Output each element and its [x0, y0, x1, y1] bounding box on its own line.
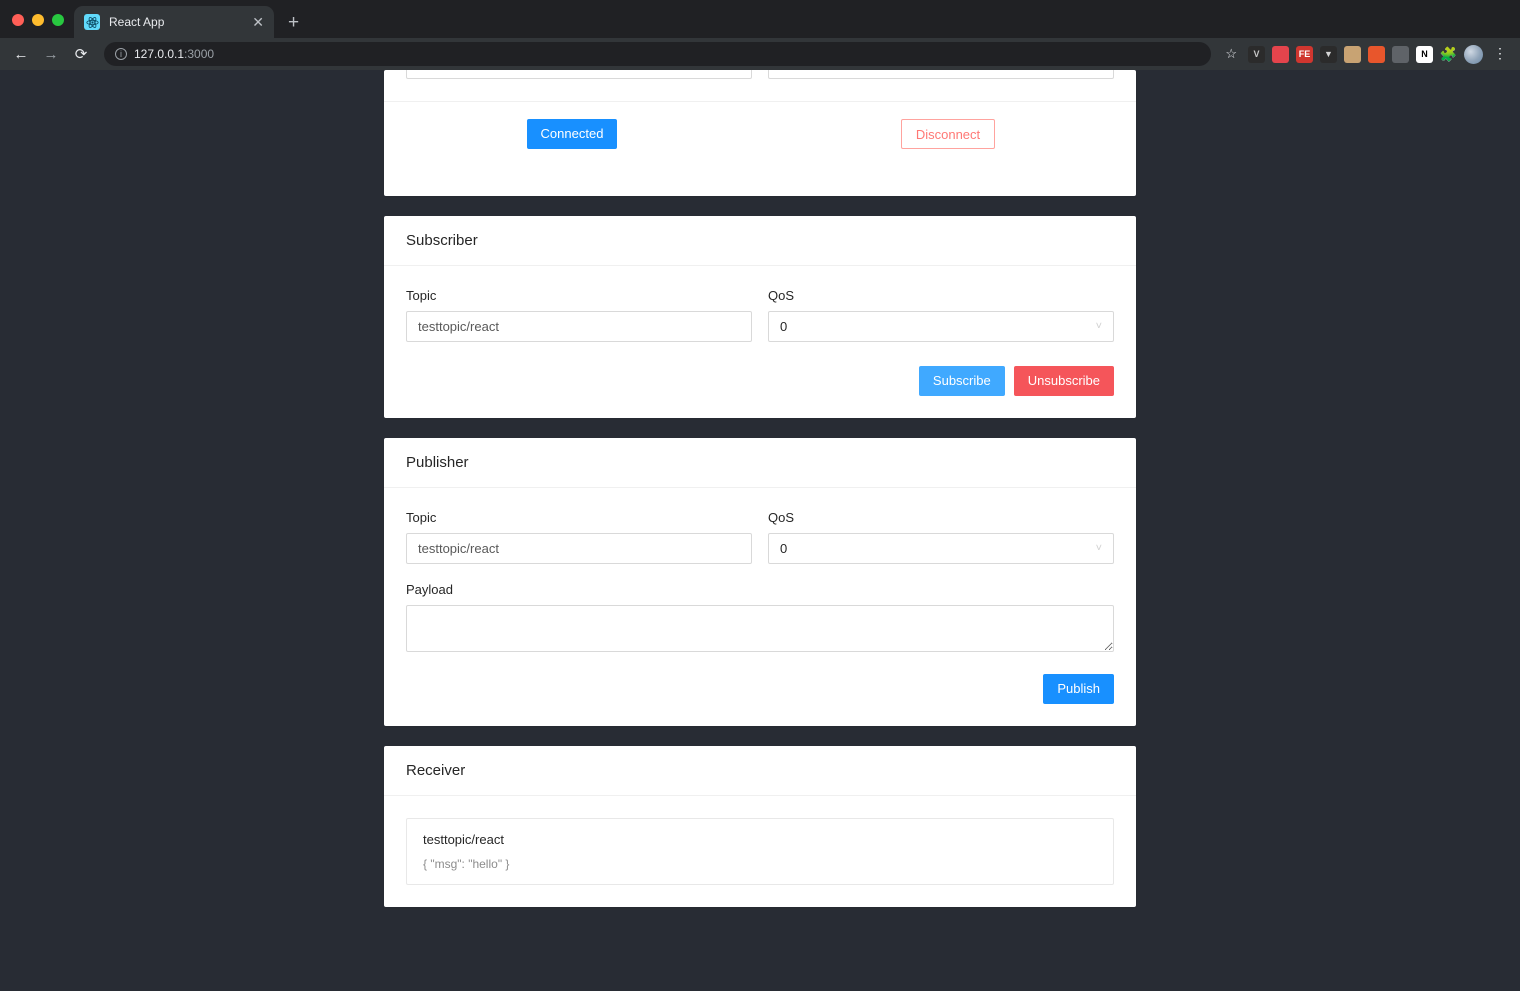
close-window-button[interactable]: [12, 14, 24, 26]
subscriber-topic-input[interactable]: [406, 311, 752, 342]
url-text: 127.0.0.1:3000: [134, 47, 214, 61]
publisher-card: Publisher Topic QoS 0 ˅: [384, 438, 1136, 726]
page-viewport: Connected Disconnect Subscriber Topic te…: [0, 70, 1520, 991]
publisher-payload-label: Payload: [406, 582, 453, 597]
subscriber-card: Subscriber Topic QoS 0 ˅: [384, 216, 1136, 418]
receiver-card-body: testtopic/react { "msg": "hello" }: [384, 796, 1136, 907]
publish-button[interactable]: Publish: [1043, 674, 1114, 704]
receiver-card-title: Receiver: [384, 746, 1136, 796]
window-controls: [8, 14, 74, 38]
subscriber-card-title: Subscriber: [384, 216, 1136, 266]
subscriber-fields-row: Topic QoS 0 ˅: [406, 288, 1114, 342]
publisher-qos-col: QoS 0 ˅: [768, 510, 1114, 564]
publisher-qos-label: QoS: [768, 510, 795, 525]
unsubscribe-button[interactable]: Unsubscribe: [1013, 366, 1114, 396]
publisher-card-title: Publisher: [384, 438, 1136, 488]
publisher-payload-textarea[interactable]: [406, 605, 1114, 652]
chevron-down-icon: ˅: [1095, 320, 1102, 332]
received-message-topic: testtopic/react: [423, 832, 504, 847]
subscriber-card-body: Topic QoS 0 ˅ Subscribe: [384, 266, 1136, 418]
connected-button-wrap: Connected: [384, 118, 760, 149]
close-icon[interactable]: ✕: [252, 15, 264, 29]
subscriber-actions: Subscribe Unsubscribe: [406, 366, 1114, 396]
plus-icon[interactable]: +: [288, 13, 299, 32]
publisher-topic-col: Topic: [406, 510, 752, 564]
image-extension-icon[interactable]: [1392, 45, 1409, 63]
publisher-card-body: Topic QoS 0 ˅ Payload: [384, 488, 1136, 726]
app-root: Connected Disconnect Subscriber Topic te…: [0, 70, 1520, 907]
arrow-left-icon[interactable]: ←: [8, 41, 34, 67]
publisher-qos-select[interactable]: 0 ˅: [768, 533, 1114, 564]
disconnect-button-wrap: Disconnect: [760, 118, 1136, 149]
connection-card-inner: Connected Disconnect: [384, 70, 1136, 165]
tab-title: React App: [109, 15, 165, 29]
connection-field-right-col: [768, 70, 1114, 79]
connection-field-right-input[interactable]: [768, 70, 1114, 79]
tab-strip: React App ✕ +: [0, 0, 1520, 38]
maximize-window-button[interactable]: [52, 14, 64, 26]
browser-tab[interactable]: React App ✕: [74, 6, 274, 38]
info-circle-icon[interactable]: i: [115, 48, 127, 60]
react-atom-icon: [84, 14, 100, 30]
puzzle-extensions-icon[interactable]: 🧩: [1440, 46, 1457, 63]
publisher-payload-group: Payload: [406, 582, 1114, 652]
character-avatar-extension-icon[interactable]: [1344, 45, 1361, 63]
star-icon[interactable]: ☆: [1221, 46, 1241, 62]
redux-devtools-extension-icon[interactable]: [1272, 45, 1289, 63]
subscribe-button[interactable]: Subscribe: [918, 366, 1005, 396]
subscriber-qos-label: QoS: [768, 288, 795, 303]
connection-card: Connected Disconnect: [384, 70, 1136, 196]
connected-button[interactable]: Connected: [526, 118, 618, 149]
received-message-body: { "msg": "hello" }: [423, 857, 510, 871]
minimize-window-button[interactable]: [32, 14, 44, 26]
publisher-qos-value: 0: [780, 541, 788, 556]
received-message: testtopic/react { "msg": "hello" }: [406, 818, 1114, 885]
address-bar[interactable]: i 127.0.0.1:3000: [104, 42, 1212, 66]
vimium-extension-icon[interactable]: V: [1248, 45, 1265, 63]
profile-avatar-icon[interactable]: [1464, 44, 1483, 64]
subscriber-topic-col: Topic: [406, 288, 752, 342]
publisher-topic-input[interactable]: [406, 533, 752, 564]
kebab-menu-icon[interactable]: ⋮: [1490, 46, 1510, 60]
bitwarden-extension-icon[interactable]: [1368, 45, 1385, 63]
pocket-extension-icon[interactable]: ▼: [1320, 45, 1337, 63]
connection-field-left-input[interactable]: [406, 70, 752, 79]
arrow-right-icon[interactable]: →: [38, 41, 64, 67]
subscriber-topic-label: Topic: [406, 288, 437, 303]
connection-card-body: [384, 70, 1136, 101]
publisher-fields-row: Topic QoS 0 ˅: [406, 510, 1114, 564]
chevron-down-icon: ˅: [1095, 542, 1102, 554]
connection-actions-bar: Connected Disconnect: [384, 101, 1136, 165]
url-host: 127.0.0.1: [134, 47, 185, 61]
connection-field-left-col: [406, 70, 752, 79]
notion-extension-icon[interactable]: N: [1416, 45, 1433, 63]
publisher-actions: Publish: [406, 674, 1114, 704]
browser-toolbar: ← → ⟳ i 127.0.0.1:3000 ☆ V FE ▼ N 🧩 ⋮: [0, 38, 1520, 70]
subscriber-qos-col: QoS 0 ˅: [768, 288, 1114, 342]
subscriber-qos-select[interactable]: 0 ˅: [768, 311, 1114, 342]
url-port: :3000: [184, 47, 215, 61]
subscriber-qos-value: 0: [780, 319, 788, 334]
publisher-topic-label: Topic: [406, 510, 437, 525]
extension-toolbar: ☆ V FE ▼ N 🧩 ⋮: [1221, 44, 1512, 64]
browser-window: React App ✕ + ← → ⟳ i 127.0.0.1:3000 ☆ V…: [0, 0, 1520, 991]
disconnect-button[interactable]: Disconnect: [900, 118, 996, 149]
connection-fields-row: [406, 70, 1114, 79]
receiver-card: Receiver testtopic/react { "msg": "hello…: [384, 746, 1136, 907]
reload-icon[interactable]: ⟳: [68, 41, 94, 67]
feedly-extension-icon[interactable]: FE: [1296, 45, 1313, 63]
